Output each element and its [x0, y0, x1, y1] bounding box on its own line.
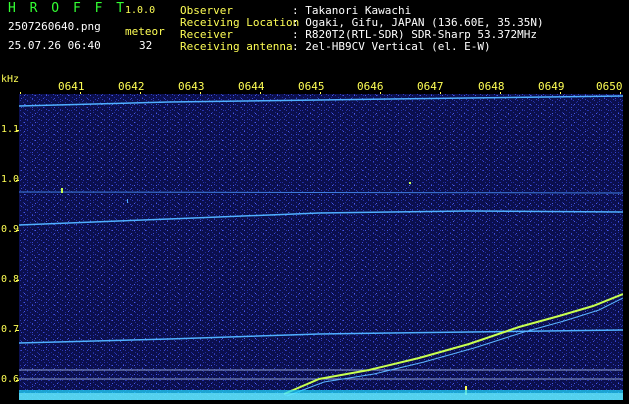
app-title: H R O F F T [8, 1, 128, 16]
app-version: 1.0.0 [125, 5, 156, 16]
signal-spot [409, 182, 411, 184]
mode-label: meteor [125, 25, 165, 38]
noise-layer [19, 94, 623, 400]
spectrogram-area[interactable] [18, 94, 624, 400]
meteor-count: 32 [139, 39, 153, 52]
signal-spot [61, 188, 63, 193]
right-margin [623, 94, 629, 400]
time-axis: kHz 0641 0642 0643 0644 0645 0646 0647 0… [0, 70, 629, 94]
antenna-value: : 2el-HB9CV Vertical (el. E-W) [292, 40, 491, 53]
noise-floor [19, 393, 623, 400]
header-panel: H R O F F T 1.0.0 2507260640.png meteor … [0, 0, 629, 70]
filename-label: 2507260640.png [8, 20, 101, 33]
time-label-0650: 0650 [596, 80, 623, 93]
datetime-label: 25.07.26 06:40 [8, 39, 101, 52]
spectrogram-plot [18, 94, 624, 400]
frequency-axis [0, 94, 19, 400]
axis-unit: kHz [1, 74, 20, 85]
signal-spot [127, 199, 128, 203]
antenna-label: Receiving antenna [180, 40, 293, 53]
